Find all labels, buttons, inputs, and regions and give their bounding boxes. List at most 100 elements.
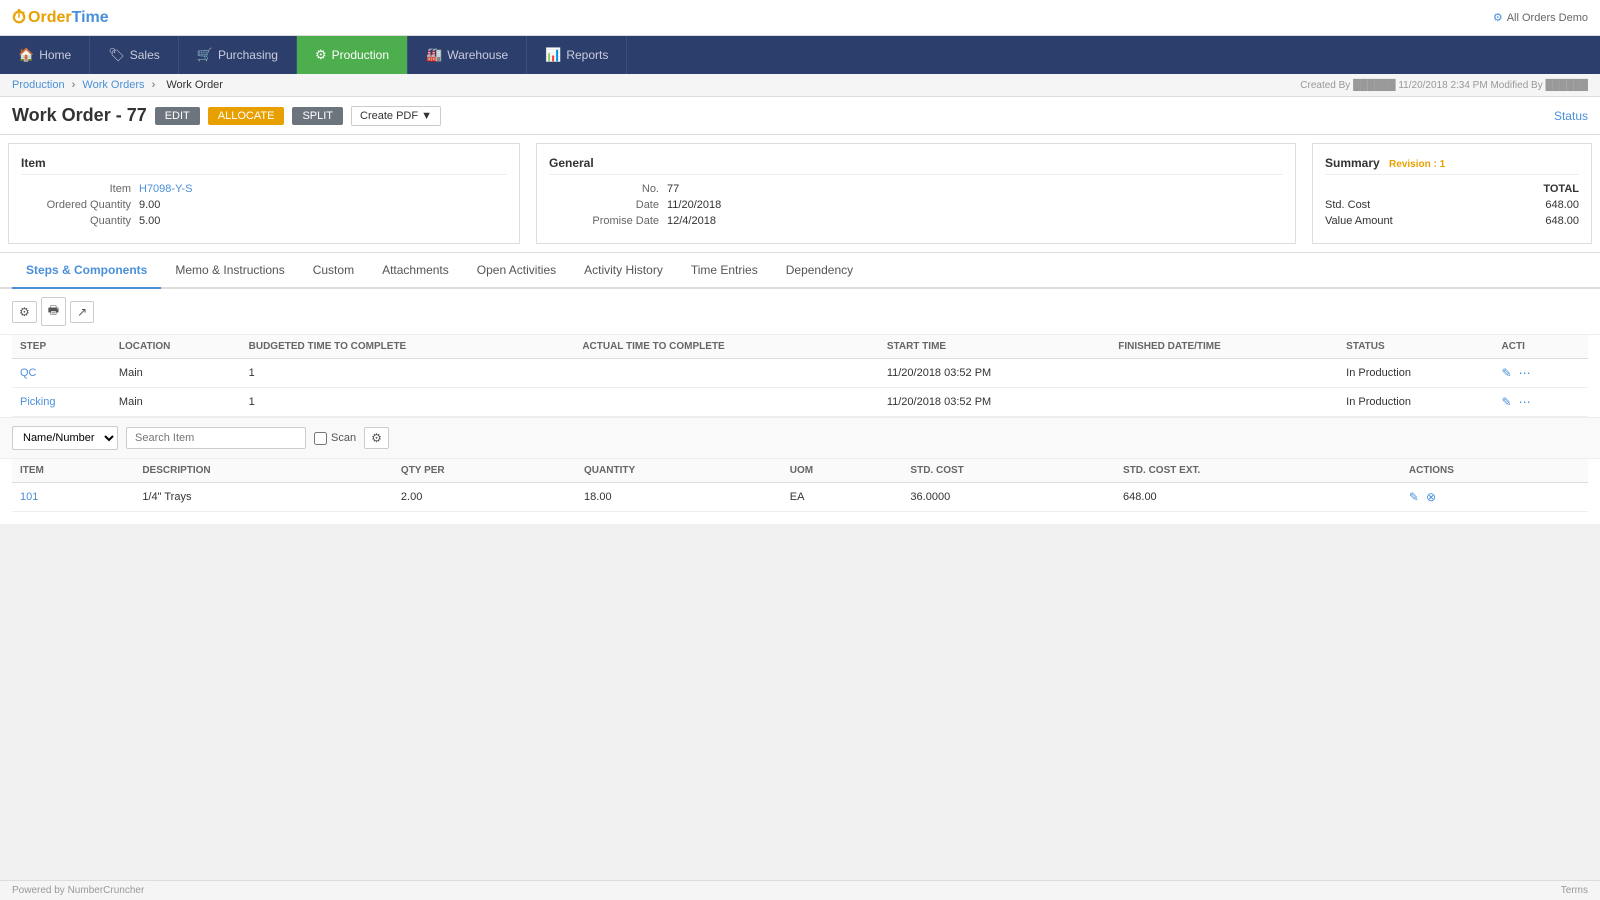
std-cost-value: 648.00 xyxy=(1545,199,1579,211)
no-row: No. 77 xyxy=(549,183,1283,195)
footer: Powered by NumberCruncher Terms xyxy=(0,880,1600,900)
status-badge[interactable]: Status xyxy=(1554,109,1588,123)
comp-std-cost-ext-cell: 648.00 xyxy=(1115,483,1401,512)
summary-panel-title: Summary Revision : 1 xyxy=(1325,156,1579,175)
comp-col-uom: UOM xyxy=(782,459,903,483)
info-panels: Item Item H7098-Y-S Ordered Quantity 9.0… xyxy=(0,135,1600,253)
tab-steps-components[interactable]: Steps & Components xyxy=(12,253,161,289)
summary-title-text: Summary xyxy=(1325,156,1380,170)
nav-production[interactable]: ⚙ Production xyxy=(297,36,408,74)
nav-bar: 🏠 Home 🏷 Sales 🛒 Purchasing ⚙ Production… xyxy=(0,36,1600,74)
summary-panel: Summary Revision : 1 TOTAL Std. Cost 648… xyxy=(1312,143,1592,244)
allocate-button[interactable]: ALLOCATE xyxy=(208,107,285,125)
item-panel: Item Item H7098-Y-S Ordered Quantity 9.0… xyxy=(8,143,520,244)
col-status: STATUS xyxy=(1338,335,1493,359)
purchasing-icon: 🛒 xyxy=(197,47,213,63)
print-icon-btn[interactable]: 🖶 xyxy=(41,297,66,326)
nav-warehouse-label: Warehouse xyxy=(447,48,508,62)
edit-step-icon[interactable]: ✎ xyxy=(1502,395,1512,409)
components-table: ITEM DESCRIPTION QTY PER QUANTITY UOM ST… xyxy=(12,459,1588,512)
logo-order: Order xyxy=(28,9,72,27)
table-toolbar: ⚙ 🖶 ↗ xyxy=(0,289,1600,335)
tab-activity-history[interactable]: Activity History xyxy=(570,253,677,289)
nav-production-label: Production xyxy=(332,48,389,62)
comp-desc-cell: 1/4" Trays xyxy=(134,483,393,512)
comp-col-item: ITEM xyxy=(12,459,134,483)
breadcrumb-production[interactable]: Production xyxy=(12,79,65,91)
ordered-qty-row: Ordered Quantity 9.00 xyxy=(21,199,507,211)
nav-warehouse[interactable]: 🏭 Warehouse xyxy=(408,36,527,74)
create-pdf-button[interactable]: Create PDF ▼ xyxy=(351,106,441,126)
settings-icon-btn[interactable]: ⚙ xyxy=(12,301,37,323)
table-row: QC Main 1 11/20/2018 03:52 PM In Product… xyxy=(12,359,1588,388)
comp-qty-per-cell: 2.00 xyxy=(393,483,576,512)
std-cost-row: Std. Cost 648.00 xyxy=(1325,199,1579,211)
gear-icon[interactable]: ⚙ xyxy=(1493,11,1503,24)
no-label: No. xyxy=(549,183,659,195)
split-button[interactable]: SPLIT xyxy=(292,107,343,125)
tab-open-activities[interactable]: Open Activities xyxy=(463,253,570,289)
more-step-icon[interactable]: ⋯ xyxy=(1519,366,1531,380)
step-cell[interactable]: Picking xyxy=(12,388,111,417)
tab-memo[interactable]: Memo & Instructions xyxy=(161,253,298,289)
tab-custom[interactable]: Custom xyxy=(299,253,368,289)
tab-attachments[interactable]: Attachments xyxy=(368,253,463,289)
nav-sales[interactable]: 🏷 Sales xyxy=(90,36,179,74)
actual-cell xyxy=(574,359,879,388)
status-cell: In Production xyxy=(1338,388,1493,417)
production-icon: ⚙ xyxy=(315,47,327,63)
page-header: Work Order - 77 EDIT ALLOCATE SPLIT Crea… xyxy=(0,97,1600,135)
search-settings-btn[interactable]: ⚙ xyxy=(364,427,389,449)
comp-col-std-cost-ext: STD. COST EXT. xyxy=(1115,459,1401,483)
item-value[interactable]: H7098-Y-S xyxy=(139,183,192,195)
reports-icon: 📊 xyxy=(545,47,561,63)
tabs-container: Steps & Components Memo & Instructions C… xyxy=(0,253,1600,289)
nav-purchasing[interactable]: 🛒 Purchasing xyxy=(179,36,297,74)
home-icon: 🏠 xyxy=(18,47,34,63)
export-icon-btn[interactable]: ↗ xyxy=(70,301,94,323)
comp-col-std-cost: STD. COST xyxy=(902,459,1115,483)
scan-checkbox[interactable] xyxy=(314,432,327,445)
logo-icon: ⏱ xyxy=(12,7,26,28)
search-select[interactable]: Name/Number xyxy=(12,426,118,450)
search-input[interactable] xyxy=(126,427,306,449)
top-bar: ⏱ Order Time ⚙ All Orders Demo xyxy=(0,0,1600,36)
nav-home-label: Home xyxy=(39,48,71,62)
summary-header: TOTAL xyxy=(1325,183,1579,195)
comp-uom-cell: EA xyxy=(782,483,903,512)
components-table-header: ITEM DESCRIPTION QTY PER QUANTITY UOM ST… xyxy=(12,459,1588,483)
item-panel-title: Item xyxy=(21,156,507,175)
tab-dependency[interactable]: Dependency xyxy=(772,253,867,289)
comp-col-actions: ACTIONS xyxy=(1401,459,1588,483)
footer-right[interactable]: Terms xyxy=(1561,885,1588,896)
actual-cell xyxy=(574,388,879,417)
comp-item-cell[interactable]: 101 xyxy=(12,483,134,512)
breadcrumb-sep2: › xyxy=(152,79,156,91)
col-finished: FINISHED DATE/TIME xyxy=(1110,335,1338,359)
scan-label[interactable]: Scan xyxy=(314,432,356,445)
comp-quantity-cell: 18.00 xyxy=(576,483,782,512)
col-budgeted: BUDGETED TIME TO COMPLETE xyxy=(241,335,575,359)
nav-home[interactable]: 🏠 Home xyxy=(0,36,90,74)
more-step-icon[interactable]: ⋯ xyxy=(1519,395,1531,409)
col-step: STEP xyxy=(12,335,111,359)
edit-comp-icon[interactable]: ✎ xyxy=(1409,490,1419,504)
start-time-cell: 11/20/2018 03:52 PM xyxy=(879,359,1110,388)
location-cell: Main xyxy=(111,359,241,388)
value-amount-value: 648.00 xyxy=(1545,215,1579,227)
edit-button[interactable]: EDIT xyxy=(155,107,200,125)
steps-table-header: STEP LOCATION BUDGETED TIME TO COMPLETE … xyxy=(12,335,1588,359)
budgeted-cell: 1 xyxy=(241,359,575,388)
step-cell[interactable]: QC xyxy=(12,359,111,388)
quantity-label: Quantity xyxy=(21,215,131,227)
general-panel: General No. 77 Date 11/20/2018 Promise D… xyxy=(536,143,1296,244)
steps-table-wrap: STEP LOCATION BUDGETED TIME TO COMPLETE … xyxy=(0,335,1600,417)
nav-reports[interactable]: 📊 Reports xyxy=(527,36,627,74)
delete-comp-icon[interactable]: ⊗ xyxy=(1426,490,1436,504)
edit-step-icon[interactable]: ✎ xyxy=(1502,366,1512,380)
tab-time-entries[interactable]: Time Entries xyxy=(677,253,772,289)
general-panel-title: General xyxy=(549,156,1283,175)
col-actions: ACTI xyxy=(1494,335,1588,359)
promise-date-value: 12/4/2018 xyxy=(667,215,716,227)
breadcrumb-work-orders[interactable]: Work Orders xyxy=(82,79,144,91)
